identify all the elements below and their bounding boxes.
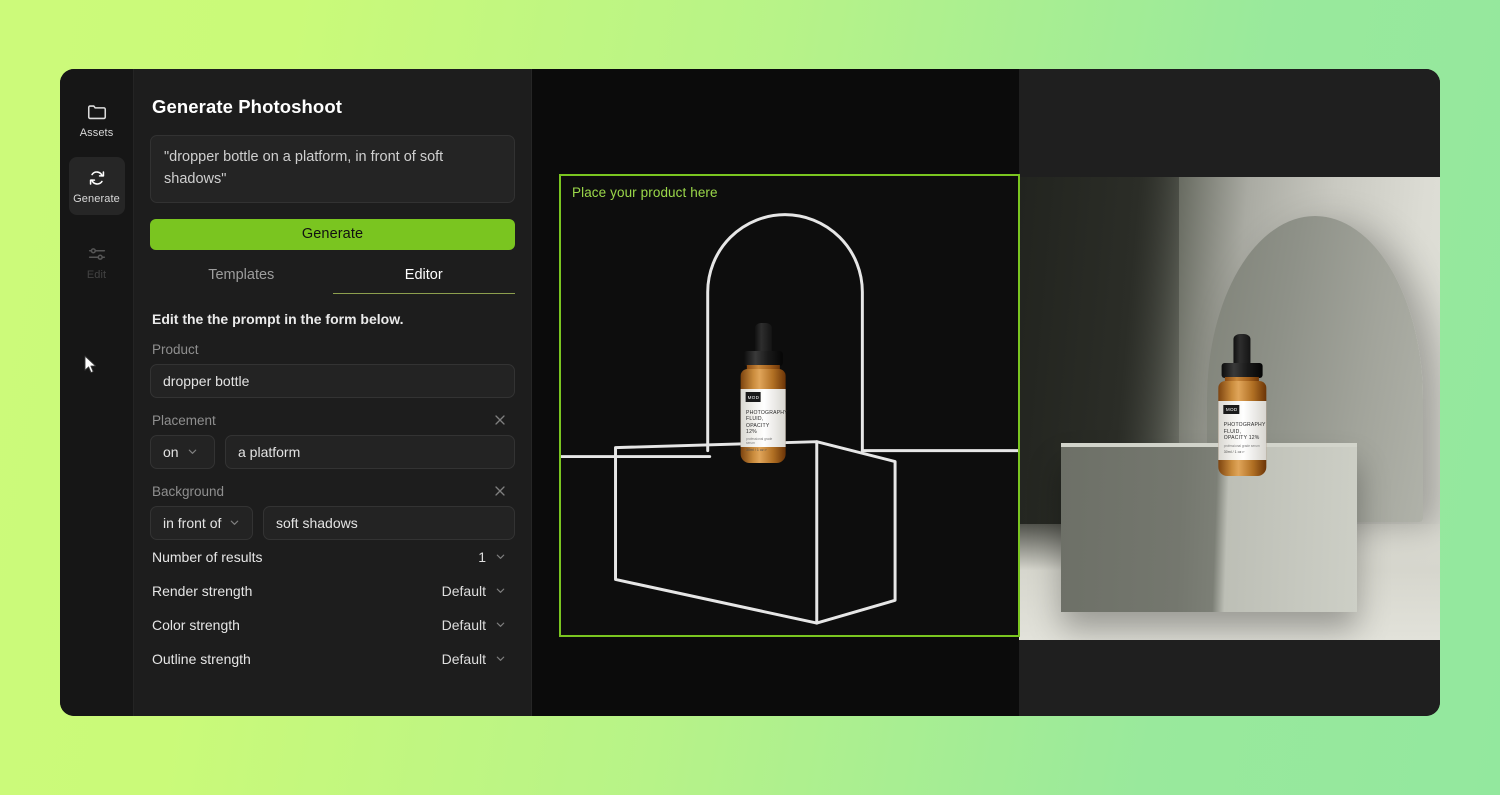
placement-hint-label: Place your product here	[572, 185, 718, 200]
product-label-text: Product	[152, 341, 199, 357]
page-title: Generate Photoshoot	[152, 96, 342, 117]
bottle-label-subtitle: professional grade serum	[746, 437, 773, 446]
bottle-label-volume: 30ml / 1 oz ℮	[746, 447, 767, 452]
bottle-label-title: PHOTOGRAPHY FLUID, OPACITY 12%	[746, 409, 788, 436]
placement-label-text: Placement	[152, 412, 216, 428]
option-render-strength[interactable]: Render strength Default	[150, 574, 515, 608]
placement-row: on a platform	[150, 434, 515, 469]
product-input[interactable]: dropper bottle	[150, 363, 515, 398]
option-color-strength-label: Color strength	[152, 616, 240, 633]
app-window: Assets Generate Edit Generate Photoshoot…	[60, 69, 1440, 716]
sidebar-item-edit-label: Edit	[86, 269, 107, 281]
option-outline-strength[interactable]: Outline strength Default	[150, 642, 515, 676]
refresh-icon	[86, 167, 108, 189]
bottle-brand-logo: MOD	[746, 392, 761, 402]
option-outline-strength-label: Outline strength	[152, 650, 251, 667]
mouse-cursor	[84, 355, 98, 374]
generate-button[interactable]: Generate	[150, 218, 515, 250]
option-color-strength-value-wrap: Default	[442, 617, 506, 633]
sidebar-item-assets[interactable]: Assets	[69, 91, 125, 149]
clear-placement-icon[interactable]	[493, 413, 507, 427]
panel-tabs: Templates Editor	[150, 258, 515, 294]
bottle-label: MOD PHOTOGRAPHY FLUID, OPACITY 12% profe…	[741, 388, 788, 452]
tab-templates[interactable]: Templates	[150, 258, 333, 294]
background-row: in front of soft shadows	[150, 505, 515, 540]
prompt-input[interactable]: "dropper bottle on a platform, in front …	[150, 135, 515, 203]
option-number-of-results-value-wrap: 1	[478, 549, 506, 565]
option-number-of-results-value: 1	[478, 548, 486, 565]
chevron-down-icon	[229, 517, 240, 528]
chevron-down-icon	[187, 446, 198, 457]
folder-icon	[86, 101, 108, 123]
placement-preposition-select[interactable]: on	[150, 434, 215, 469]
chevron-down-icon	[495, 585, 506, 596]
bottle-label-title: PHOTOGRAPHY FLUID, OPACITY 12%	[1223, 422, 1266, 442]
background-preposition-value: in front of	[163, 514, 222, 531]
background-input[interactable]: soft shadows	[263, 505, 515, 540]
background-label: Background	[150, 484, 515, 499]
sliders-icon	[86, 243, 108, 265]
background-label-text: Background	[152, 483, 225, 499]
option-render-strength-value-wrap: Default	[442, 583, 506, 599]
option-number-of-results-label: Number of results	[152, 548, 263, 565]
sidebar-item-edit[interactable]: Edit	[69, 233, 125, 291]
option-render-strength-value: Default	[441, 582, 486, 599]
bottle-label-volume: 30ml / 1 oz ℮	[1223, 450, 1245, 455]
canvas-area[interactable]: MOD PHOTOGRAPHY FLUID, OPACITY 12% profe…	[532, 69, 1440, 716]
icon-rail: Assets Generate Edit	[60, 69, 134, 716]
sidebar-item-assets-label: Assets	[79, 127, 114, 139]
product-bottle-sketch: MOD PHOTOGRAPHY FLUID, OPACITY 12% profe…	[732, 322, 794, 463]
generate-panel: Generate Photoshoot "dropper bottle on a…	[134, 69, 532, 716]
sidebar-item-generate-label: Generate	[73, 193, 120, 205]
chevron-down-icon	[495, 653, 506, 664]
option-color-strength-value: Default	[441, 616, 486, 633]
generated-result-image[interactable]: MOD PHOTOGRAPHY FLUID, OPACITY 12% profe…	[1019, 177, 1440, 640]
option-number-of-results[interactable]: Number of results 1	[150, 540, 515, 574]
product-bottle-rendered: MOD PHOTOGRAPHY FLUID, OPACITY 12% profe…	[1209, 334, 1275, 476]
placement-box[interactable]: MOD PHOTOGRAPHY FLUID, OPACITY 12% profe…	[559, 174, 1020, 637]
clear-background-icon[interactable]	[493, 484, 507, 498]
product-label: Product	[150, 342, 515, 357]
background-preposition-select[interactable]: in front of	[150, 505, 253, 540]
option-color-strength[interactable]: Color strength Default	[150, 608, 515, 642]
tab-editor[interactable]: Editor	[332, 258, 515, 294]
bottle-label-subtitle: professional grade serum	[1223, 443, 1260, 448]
sidebar-item-generate[interactable]: Generate	[68, 157, 125, 215]
bottle-brand-logo: MOD	[1223, 404, 1240, 415]
bottle-label: MOD PHOTOGRAPHY FLUID, OPACITY 12% profe…	[1218, 400, 1266, 461]
option-outline-strength-value-wrap: Default	[442, 651, 506, 667]
placement-label: Placement	[150, 413, 515, 428]
placement-input[interactable]: a platform	[225, 434, 515, 469]
option-outline-strength-value: Default	[441, 650, 486, 667]
chevron-down-icon	[495, 551, 506, 562]
form-hint: Edit the the prompt in the form below.	[152, 310, 404, 327]
placement-preposition-value: on	[163, 443, 179, 460]
desktop-background: Assets Generate Edit Generate Photoshoot…	[0, 0, 1500, 795]
chevron-down-icon	[495, 619, 506, 630]
option-render-strength-label: Render strength	[152, 582, 253, 599]
